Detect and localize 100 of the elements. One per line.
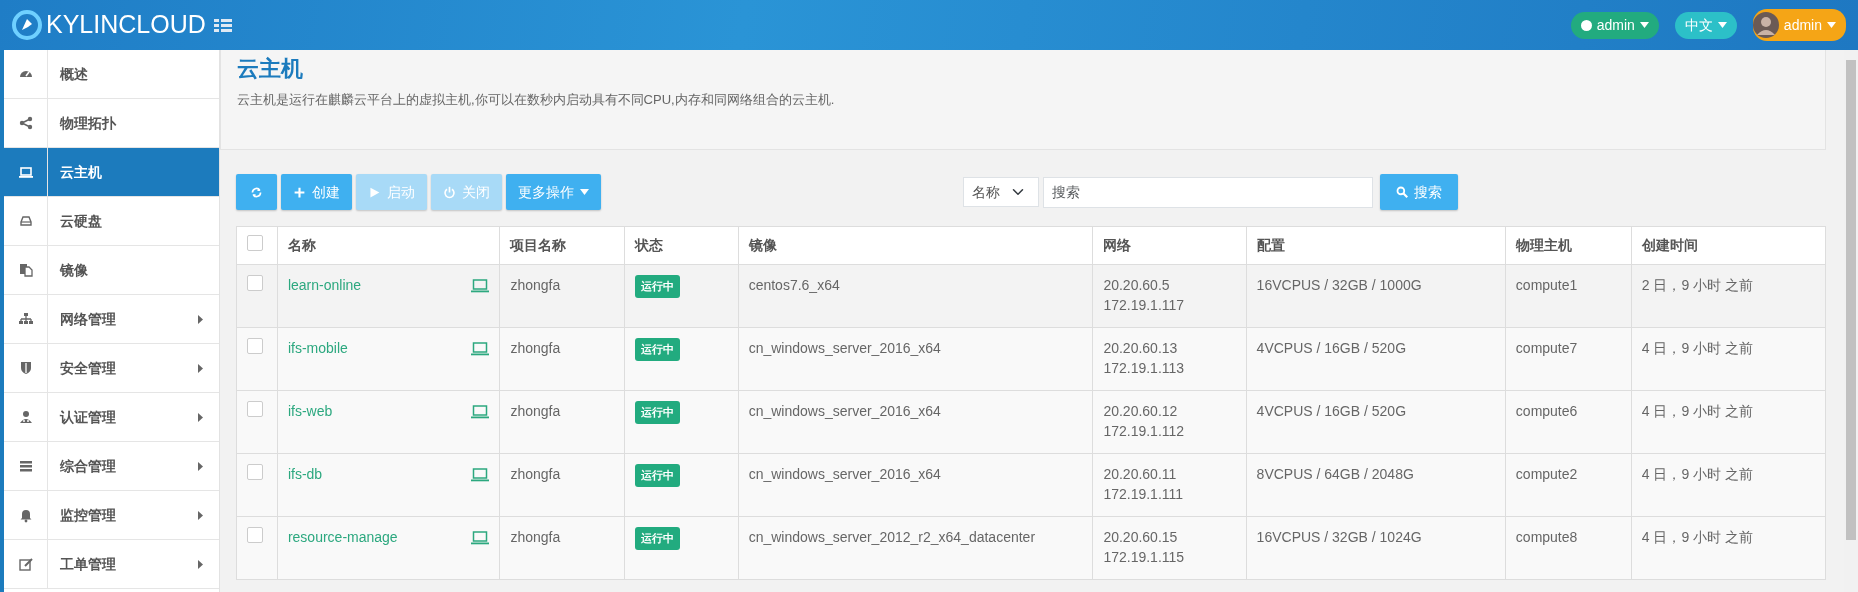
sidebar-item[interactable]: 镜像 bbox=[4, 246, 219, 295]
instance-config: 16VCPUS / 32GB / 1024G bbox=[1256, 529, 1422, 545]
instance-name-link[interactable]: ifs-db bbox=[287, 464, 323, 485]
host-name: compute6 bbox=[1515, 403, 1578, 419]
user-icon bbox=[17, 409, 34, 425]
refresh-icon bbox=[250, 185, 263, 199]
sidebar-item[interactable]: 云主机 bbox=[4, 148, 219, 197]
share-nodes-icon bbox=[17, 115, 34, 131]
image-name: cn_windows_server_2016_x64 bbox=[748, 340, 941, 356]
image-name: cn_windows_server_2016_x64 bbox=[748, 403, 941, 419]
instance-config: 4VCPUS / 16GB / 520G bbox=[1256, 403, 1406, 419]
column-header: 配置 bbox=[1256, 237, 1285, 253]
project-name: zhongfa bbox=[510, 466, 561, 482]
project-name: zhongfa bbox=[510, 277, 561, 293]
more-button[interactable]: 更多操作 bbox=[506, 174, 601, 210]
row-checkbox[interactable] bbox=[247, 275, 263, 291]
instance-name-link[interactable]: ifs-mobile bbox=[287, 338, 348, 359]
row-checkbox[interactable] bbox=[247, 338, 263, 354]
logo-icon bbox=[12, 10, 42, 40]
menu-icon[interactable] bbox=[213, 17, 232, 33]
instance-config: 4VCPUS / 16GB / 520G bbox=[1256, 340, 1406, 356]
project-name: zhongfa bbox=[510, 529, 561, 545]
play-icon bbox=[368, 185, 381, 199]
sidebar-item[interactable]: 综合管理 bbox=[4, 442, 219, 491]
instance-config: 8VCPUS / 64GB / 2048G bbox=[1256, 466, 1414, 482]
created-time: 4 日，9 小时 之前 bbox=[1641, 403, 1754, 419]
ip-address: 172.19.1.113 bbox=[1103, 359, 1186, 378]
status-badge: 运行中 bbox=[635, 275, 681, 298]
status-menu[interactable]: admin bbox=[1570, 11, 1659, 39]
column-header: 项目名称 bbox=[510, 237, 567, 253]
column-header: 名称 bbox=[287, 237, 316, 253]
sitemap-icon bbox=[17, 311, 34, 327]
ip-address: 20.20.60.12 bbox=[1103, 402, 1179, 421]
instance-name-link[interactable]: ifs-web bbox=[287, 401, 333, 422]
page-title: 云主机 bbox=[237, 56, 304, 83]
caret-icon bbox=[1717, 22, 1727, 28]
ip-address: 20.20.60.13 bbox=[1103, 339, 1179, 358]
sidebar-item[interactable]: 认证管理 bbox=[4, 393, 219, 442]
status-dot-icon bbox=[1580, 19, 1592, 31]
scrollbar-thumb[interactable] bbox=[1846, 60, 1856, 540]
row-checkbox[interactable] bbox=[247, 527, 263, 543]
refresh-button[interactable] bbox=[236, 174, 277, 210]
image-name: cn_windows_server_2012_r2_x64_datacenter bbox=[748, 529, 1036, 545]
sidebar-item[interactable]: 监控管理 bbox=[4, 491, 219, 540]
host-name: compute7 bbox=[1515, 340, 1578, 356]
sidebar-item[interactable]: 概述 bbox=[4, 50, 219, 99]
search-button[interactable]: 搜索 bbox=[1380, 174, 1458, 210]
laptop-icon bbox=[17, 164, 34, 180]
laptop-icon[interactable] bbox=[471, 342, 490, 357]
instance-name-link[interactable]: resource-manage bbox=[287, 527, 398, 548]
ip-address: 172.19.1.111 bbox=[1103, 485, 1185, 504]
filter-select[interactable]: 名称 bbox=[963, 177, 1039, 207]
column-header: 物理主机 bbox=[1515, 237, 1572, 253]
row-checkbox[interactable] bbox=[247, 401, 263, 417]
project-name: zhongfa bbox=[510, 403, 561, 419]
column-header: 镜像 bbox=[748, 237, 777, 253]
row-checkbox[interactable] bbox=[247, 464, 263, 480]
ip-address: 172.19.1.112 bbox=[1103, 422, 1186, 441]
ip-address: 172.19.1.117 bbox=[1103, 296, 1186, 315]
sidebar-item[interactable]: 网络管理 bbox=[4, 295, 219, 344]
user-menu[interactable]: admin bbox=[1752, 9, 1846, 41]
ip-address: 20.20.60.11 bbox=[1103, 465, 1178, 484]
host-name: compute1 bbox=[1515, 277, 1578, 293]
caret-icon bbox=[580, 189, 589, 195]
select-all-checkbox[interactable] bbox=[247, 234, 263, 251]
created-time: 4 日，9 小时 之前 bbox=[1641, 340, 1754, 356]
sidebar-item[interactable]: 工单管理 bbox=[4, 540, 219, 589]
status-badge: 运行中 bbox=[635, 338, 681, 361]
sidebar-item[interactable]: 安全管理 bbox=[4, 344, 219, 393]
host-name: compute2 bbox=[1515, 466, 1578, 482]
create-button[interactable]: 创建 bbox=[281, 174, 352, 210]
documents-icon bbox=[17, 262, 34, 278]
caret-icon bbox=[1827, 22, 1836, 28]
created-time: 4 日，9 小时 之前 bbox=[1641, 466, 1754, 482]
brand-title: KYLINCLOUD bbox=[46, 9, 206, 41]
created-time: 4 日，9 小时 之前 bbox=[1641, 529, 1754, 545]
avatar-icon bbox=[1752, 12, 1779, 38]
sidebar-item[interactable]: 云硬盘 bbox=[4, 197, 219, 246]
ip-address: 20.20.60.15 bbox=[1103, 528, 1179, 547]
laptop-icon[interactable] bbox=[471, 405, 490, 420]
column-header: 状态 bbox=[635, 237, 664, 253]
search-field[interactable]: 搜索 bbox=[1043, 176, 1373, 208]
laptop-icon[interactable] bbox=[471, 279, 490, 294]
power-icon bbox=[443, 185, 456, 199]
caret-icon bbox=[1639, 22, 1649, 28]
search-icon bbox=[1396, 186, 1408, 198]
hard-drive-icon bbox=[17, 213, 34, 229]
status-badge: 运行中 bbox=[635, 401, 681, 424]
host-name: compute8 bbox=[1515, 529, 1578, 545]
image-name: centos7.6_x64 bbox=[748, 277, 840, 293]
instance-config: 16VCPUS / 32GB / 1000G bbox=[1256, 277, 1422, 293]
image-name: cn_windows_server_2016_x64 bbox=[748, 466, 941, 482]
project-name: zhongfa bbox=[510, 340, 561, 356]
status-badge: 运行中 bbox=[635, 464, 681, 487]
instance-name-link[interactable]: learn-online bbox=[287, 275, 362, 296]
laptop-icon[interactable] bbox=[471, 531, 490, 546]
laptop-icon[interactable] bbox=[471, 468, 490, 483]
page-description: 云主机是运行在麒麟云平台上的虚拟主机,你可以在数秒内启动具有不同CPU,内存和同网络组合的云主机. bbox=[237, 91, 836, 110]
language-menu[interactable]: 中文 bbox=[1674, 11, 1737, 39]
ip-address: 20.20.60.5 bbox=[1103, 276, 1171, 295]
